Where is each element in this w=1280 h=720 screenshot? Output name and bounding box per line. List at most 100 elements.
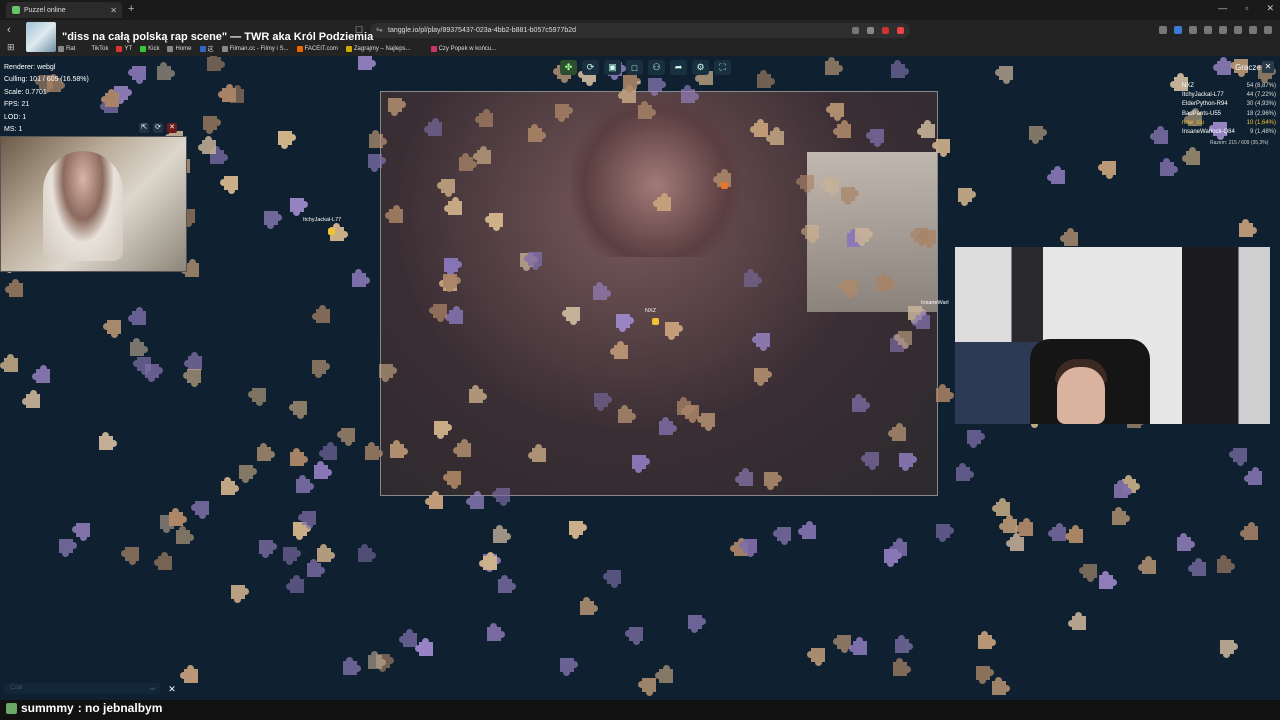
puzzle-piece[interactable] [238,464,253,479]
bookmark-item[interactable]: Rat [58,44,75,53]
players-close-icon[interactable]: ✕ [1262,61,1274,73]
puzzle-piece[interactable] [916,120,935,139]
settings-gear-icon[interactable]: ⚙ [692,60,709,75]
puzzle-piece[interactable] [433,421,448,436]
puzzle-piece[interactable] [593,393,608,408]
puzzle-piece[interactable] [641,678,656,693]
puzzle-piece[interactable] [1048,522,1067,541]
puzzle-piece[interactable] [203,115,218,130]
new-tab-icon[interactable]: + [128,3,134,15]
puzzle-piece[interactable] [810,647,825,662]
puzzle-piece[interactable] [479,552,498,571]
puzzle-piece[interactable] [936,388,951,403]
puzzle-piece[interactable] [992,680,1007,695]
refresh-icon[interactable]: ⟳ [153,123,163,133]
wallet-icon[interactable] [1234,26,1242,34]
puzzle-piece[interactable] [1220,639,1235,654]
puzzle-piece[interactable] [648,78,663,93]
puzzle-piece[interactable] [131,66,146,81]
puzzle-piece[interactable] [181,259,200,278]
puzzle-piece[interactable] [749,118,768,137]
puzzle-piece[interactable] [453,439,472,458]
puzzle-piece[interactable] [655,664,674,683]
window-close-icon[interactable]: ✕ [1266,3,1274,14]
puzzle-piece[interactable] [145,364,160,379]
minimize-icon[interactable]: — [1218,3,1227,14]
puzzle-piece[interactable] [734,468,753,487]
extension-icon[interactable] [1174,26,1182,34]
extension-icon[interactable] [1159,26,1167,34]
extension-icon[interactable] [1189,26,1197,34]
puzzle-piece[interactable] [958,187,973,202]
puzzle-piece[interactable] [446,470,461,485]
close-icon[interactable]: ✕ [167,123,177,133]
puzzle-piece[interactable] [1232,448,1247,463]
puzzle-piece[interactable] [22,390,41,409]
fullscreen-icon[interactable]: ⛶ [714,60,731,75]
rewards-icon[interactable] [897,27,904,34]
puzzle-piece[interactable] [0,354,18,373]
puzzle-piece[interactable] [936,139,951,154]
puzzle-piece[interactable] [302,511,317,526]
puzzle-piece[interactable] [888,422,907,441]
rotate-icon[interactable]: ⟳ [582,60,599,75]
puzzle-piece[interactable] [207,56,222,71]
zoom-icon[interactable] [867,27,874,34]
puzzle-piece[interactable] [263,211,278,226]
puzzle-piece[interactable] [665,321,680,336]
puzzle-piece[interactable] [628,627,643,642]
puzzle-piece[interactable] [258,539,273,554]
puzzle-piece[interactable] [615,314,630,329]
puzzle-piece[interactable] [156,65,171,80]
puzzle-piece[interactable] [776,527,791,542]
puzzle-piece[interactable] [486,626,501,641]
bookmark-item[interactable]: Filman.cc - Filmy i S... [221,44,289,53]
sidebar-icon[interactable] [1219,26,1227,34]
puzzle-piece[interactable] [312,360,327,375]
bookmark-item[interactable]: YT [116,44,132,53]
extension-icon[interactable] [1204,26,1212,34]
puzzle-piece[interactable] [1176,536,1191,551]
share-icon[interactable]: ➦ [670,60,687,75]
collapse-toolbar-icon[interactable]: ⌃ [635,80,643,91]
puzzle-piece[interactable] [124,546,139,561]
puzzle-piece[interactable] [357,56,372,71]
puzzle-piece[interactable] [1101,161,1116,176]
puzzle-piece[interactable] [1059,227,1078,246]
puzzle-piece[interactable] [898,331,913,346]
puzzle-piece[interactable] [128,307,147,326]
puzzle-piece[interactable] [765,127,784,146]
puzzle-piece[interactable] [653,192,672,211]
puzzle-piece[interactable] [1005,532,1024,551]
puzzle-piece[interactable] [830,102,845,117]
apps-grid-icon[interactable]: ⊞ [7,42,15,53]
puzzle-piece[interactable] [891,64,906,79]
puzzle-piece[interactable] [913,228,928,243]
puzzle-piece[interactable] [98,435,113,450]
puzzle-piece[interactable] [754,367,769,382]
puzzle-piece[interactable] [76,523,91,538]
puzzle-piece[interactable] [843,279,858,294]
puzzle-piece[interactable] [293,400,308,415]
puzzle-piece[interactable] [865,451,880,466]
puzzle-piece[interactable] [898,452,913,467]
bookmark-item[interactable]: Czy Popek w końcu... [430,44,496,53]
puzzle-piece[interactable] [800,174,815,189]
puzzle-piece[interactable] [763,471,778,486]
puzzle-piece[interactable] [378,363,393,378]
puzzle-piece[interactable] [1217,559,1232,574]
bookmark-item[interactable]: Zagrajmy – Najleps... [345,44,411,53]
puzzle-piece[interactable] [316,548,331,563]
puzzle-piece[interactable] [638,105,653,120]
puzzle-piece[interactable] [1111,510,1126,525]
puzzle-piece[interactable] [186,368,201,383]
brave-shield-icon[interactable] [882,27,889,34]
puzzle-piece[interactable] [1113,484,1128,499]
puzzle-piece[interactable] [459,157,474,172]
menu-icon[interactable] [1264,26,1272,34]
puzzle-piece[interactable] [894,639,909,654]
bookmark-item[interactable]: FACEIT.com [296,44,338,53]
puzzle-piece[interactable] [798,520,817,539]
puzzle-piece[interactable] [855,228,870,243]
puzzle-piece[interactable] [390,443,405,458]
